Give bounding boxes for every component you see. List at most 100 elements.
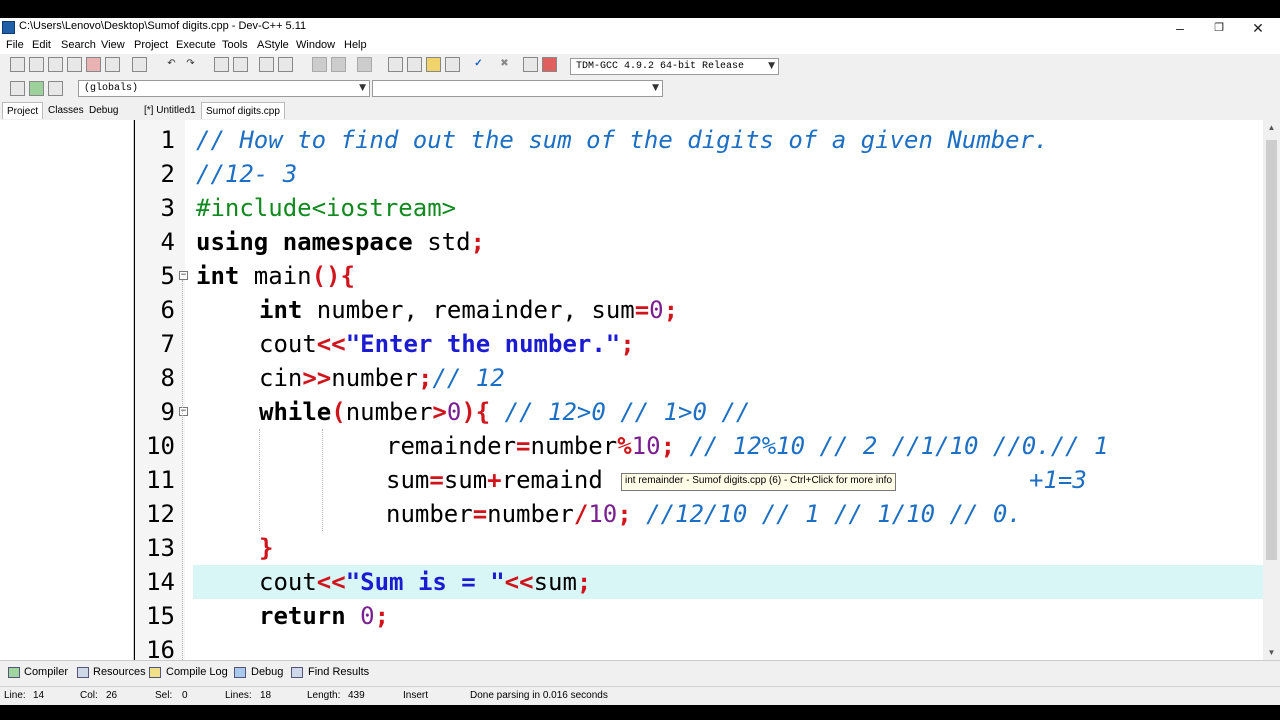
- tab-project[interactable]: Project: [2, 102, 44, 119]
- code-editor[interactable]: 1 2 3 4 5 6 7 8 9 10 11 12 13 14 15 16 −…: [135, 120, 1263, 660]
- project-panel[interactable]: [0, 120, 134, 660]
- line-number: 10: [146, 432, 175, 460]
- menu-execute[interactable]: Execute: [176, 39, 216, 51]
- line-number: 6: [160, 296, 175, 324]
- tab-sumof-digits[interactable]: Sumof digits.cpp: [201, 102, 285, 119]
- redo-icon[interactable]: ↷: [183, 57, 198, 72]
- tab-compile-log[interactable]: Compile Log: [166, 666, 228, 678]
- menu-edit[interactable]: Edit: [32, 39, 51, 51]
- code-line-5: int main(){: [196, 262, 355, 290]
- code-line-11: sum=sum+remaind: [386, 466, 603, 494]
- scope-select[interactable]: (globals) ▼: [78, 80, 370, 97]
- status-length-value: 439: [348, 690, 365, 701]
- project-options-icon[interactable]: [426, 57, 441, 72]
- menu-search[interactable]: Search: [61, 39, 96, 51]
- status-col-label: Col:: [80, 690, 98, 701]
- debug-icon[interactable]: [542, 57, 557, 72]
- comment-icon[interactable]: [357, 57, 372, 72]
- menu-project[interactable]: Project: [134, 39, 168, 51]
- compiler-select-value: TDM-GCC 4.9.2 64-bit Release: [576, 61, 745, 72]
- line-number: 5: [160, 262, 175, 290]
- unindent-icon[interactable]: [331, 57, 346, 72]
- menu-help[interactable]: Help: [344, 39, 367, 51]
- code-line-13: }: [259, 534, 274, 562]
- fold-line: [182, 280, 183, 660]
- compile-icon[interactable]: [445, 57, 460, 72]
- status-message: Done parsing in 0.016 seconds: [470, 690, 608, 701]
- hover-tooltip: int remainder - Sumof digits.cpp (6) - C…: [621, 473, 897, 491]
- scrollbar-thumb[interactable]: [1266, 140, 1277, 560]
- tab-find-results[interactable]: Find Results: [308, 666, 369, 678]
- save-all-icon[interactable]: [67, 57, 82, 72]
- menu-view[interactable]: View: [101, 39, 125, 51]
- menu-file[interactable]: File: [6, 39, 24, 51]
- menu-window[interactable]: Window: [296, 39, 335, 51]
- indent-guide: [259, 429, 260, 531]
- tab-classes[interactable]: Classes: [44, 102, 88, 119]
- goto-declaration-icon[interactable]: [29, 81, 44, 96]
- status-sel-label: Sel:: [155, 690, 173, 701]
- open-project-icon[interactable]: [407, 57, 422, 72]
- code-line-15: return 0;: [259, 602, 390, 630]
- code-line-7: cout<<"Enter the number.";: [259, 330, 635, 358]
- code-line-9: while(number>0){ // 12>0 // 1>0 //: [259, 398, 751, 426]
- fold-toggle-icon[interactable]: −: [179, 407, 188, 416]
- goto-line-icon[interactable]: [259, 57, 274, 72]
- replace-icon[interactable]: [233, 57, 248, 72]
- undo-icon[interactable]: ↶: [164, 57, 179, 72]
- find-results-icon: [291, 667, 303, 678]
- member-select[interactable]: ▼: [372, 80, 663, 97]
- tab-untitled1[interactable]: [*] Untitled1: [140, 102, 200, 119]
- menu-tools[interactable]: Tools: [222, 39, 248, 51]
- print-icon[interactable]: [132, 57, 147, 72]
- tab-resources[interactable]: Resources: [93, 666, 146, 678]
- indent-icon[interactable]: [312, 57, 327, 72]
- tab-debug[interactable]: Debug: [85, 102, 122, 119]
- vertical-scrollbar[interactable]: ▲ ▼: [1263, 120, 1280, 660]
- scroll-up-icon[interactable]: ▲: [1263, 120, 1280, 135]
- minimize-icon[interactable]: –: [1160, 18, 1200, 38]
- status-lines-label: Lines:: [225, 690, 252, 701]
- main-toolbar: ↶ ↷ ✓ ✖ TDM-GCC 4.9.2 64-bit Release ▼: [0, 54, 1280, 79]
- devcpp-app-icon: [2, 21, 15, 34]
- line-number: 8: [160, 364, 175, 392]
- stop-icon[interactable]: ✖: [497, 57, 512, 72]
- new-file-icon[interactable]: [10, 57, 25, 72]
- chevron-down-icon: ▼: [652, 83, 659, 93]
- line-number: 14: [146, 568, 175, 596]
- status-col-value: 26: [106, 690, 118, 701]
- chart-icon[interactable]: [523, 57, 538, 72]
- line-number: 3: [160, 194, 175, 222]
- line-number: 16: [146, 636, 175, 660]
- tab-debug-output[interactable]: Debug: [251, 666, 283, 678]
- goto-definition-icon[interactable]: [48, 81, 63, 96]
- class-insert-icon[interactable]: [10, 81, 25, 96]
- scroll-down-icon[interactable]: ▼: [1263, 645, 1280, 660]
- code-line-14: cout<<"Sum is = "<<sum;: [259, 568, 592, 596]
- status-line-label: Line:: [4, 690, 26, 701]
- code-line-8: cin>>number;// 12: [259, 364, 505, 392]
- tab-compiler[interactable]: Compiler: [24, 666, 68, 678]
- status-line-value: 14: [33, 690, 45, 701]
- restore-icon[interactable]: ❐: [1199, 18, 1239, 38]
- check-syntax-icon[interactable]: ✓: [471, 57, 486, 72]
- open-file-icon[interactable]: [29, 57, 44, 72]
- menu-astyle[interactable]: AStyle: [257, 39, 289, 51]
- close-icon[interactable]: ✕: [1238, 18, 1278, 38]
- code-line-3: #include<iostream>: [196, 194, 457, 222]
- status-bar: Line: 14 Col: 26 Sel: 0 Lines: 18 Length…: [0, 686, 1280, 705]
- fold-toggle-icon[interactable]: −: [179, 271, 188, 280]
- new-project-icon[interactable]: [388, 57, 403, 72]
- status-sel-value: 0: [182, 690, 188, 701]
- compile-log-icon: [149, 667, 161, 678]
- save-icon[interactable]: [48, 57, 63, 72]
- toggle-bookmark-icon[interactable]: [278, 57, 293, 72]
- line-number: 11: [146, 466, 175, 494]
- close-file-icon[interactable]: [86, 57, 101, 72]
- line-number: 2: [160, 160, 175, 188]
- code-line-2: //12- 3: [196, 160, 298, 188]
- close-all-icon[interactable]: [105, 57, 120, 72]
- chevron-down-icon: ▼: [768, 61, 775, 71]
- find-icon[interactable]: [214, 57, 229, 72]
- compiler-select[interactable]: TDM-GCC 4.9.2 64-bit Release ▼: [570, 58, 779, 75]
